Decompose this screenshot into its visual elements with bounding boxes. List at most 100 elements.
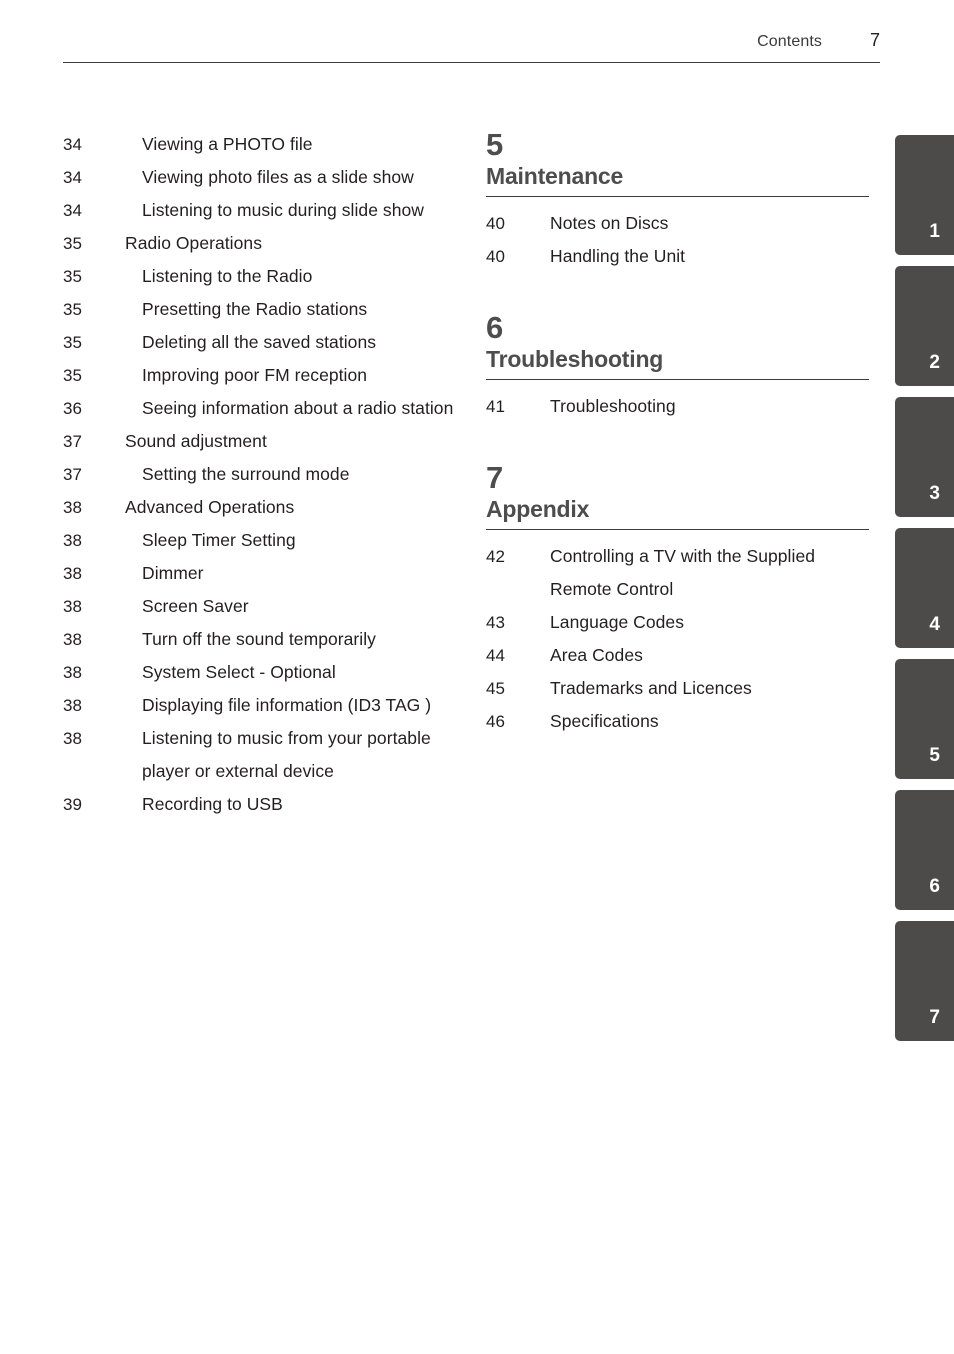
toc-entry[interactable]: 35 Improving poor FM reception <box>63 359 463 392</box>
toc-entry-page-number: 36 <box>63 399 82 418</box>
toc-entry[interactable]: 41 Troubleshooting <box>486 390 871 423</box>
toc-entry-label: Troubleshooting <box>550 396 676 416</box>
header-divider <box>63 62 880 63</box>
chapter-number: 7 <box>486 460 504 495</box>
toc-entry[interactable]: 46 Specifications <box>486 705 871 738</box>
toc-entry-label: Sleep Timer Setting <box>142 530 296 550</box>
toc-entry-label: Deleting all the saved stations <box>142 332 377 352</box>
toc-entry-label: Presetting the Radio stations <box>142 299 368 319</box>
chapter-heading: 6 Troubleshooting <box>486 311 871 380</box>
chapter-tab-5[interactable]: 5 <box>895 659 954 779</box>
toc-entry-label: Trademarks and Licences <box>550 678 752 698</box>
chapter-tab-label: 5 <box>929 745 940 766</box>
toc-entry[interactable]: 35 Presetting the Radio stations <box>63 293 463 326</box>
toc-entry-label: Sound adjustment <box>125 431 267 451</box>
toc-entry-page-number: 46 <box>486 712 505 731</box>
toc-column-right: 5 Maintenance 40 Notes on Discs 40 Handling t… <box>486 128 871 738</box>
toc-entry-label: Dimmer <box>142 563 204 583</box>
toc-entry[interactable]: 35 Listening to the Radio <box>63 260 463 293</box>
toc-entry-page-number: 38 <box>63 729 82 748</box>
toc-entry-label: Language Codes <box>550 612 685 632</box>
toc-entry-page-number: 38 <box>63 630 82 649</box>
toc-entry[interactable]: 38 Listening to music from your portable … <box>63 722 463 788</box>
toc-entry-label: Turn off the sound temporarily <box>142 629 376 649</box>
toc-entry-label: Listening to music during slide show <box>142 200 424 220</box>
toc-entry[interactable]: 34 Viewing photo files as a slide show <box>63 161 463 194</box>
toc-entry[interactable]: 38 Dimmer <box>63 557 463 590</box>
toc-entry[interactable]: 34 Listening to music during slide show <box>63 194 463 227</box>
toc-entry[interactable]: 38 System Select - Optional <box>63 656 463 689</box>
toc-entry[interactable]: 40 Handling the Unit <box>486 240 871 273</box>
toc-entry-label: Displaying file information (ID3 TAG ) <box>142 695 432 715</box>
toc-entry[interactable]: 42 Controlling a TV with the Supplied Rem… <box>486 540 871 606</box>
toc-entry[interactable]: 35 Radio Operations <box>63 227 463 260</box>
chapter-spacer <box>486 423 871 457</box>
toc-entry[interactable]: 37 Setting the surround mode <box>63 458 463 491</box>
chapter-tab-label: 4 <box>929 614 940 635</box>
toc-entry-label: Screen Saver <box>142 596 249 616</box>
toc-entry-page-number: 39 <box>63 795 82 814</box>
toc-entry-page-number: 34 <box>63 135 82 154</box>
toc-column-left: 34 Viewing a PHOTO file 34 Viewing photo fi… <box>63 128 463 821</box>
chapter-title: Maintenance <box>486 163 624 189</box>
toc-entry-label: Area Codes <box>550 645 643 665</box>
toc-entry-page-number: 41 <box>486 397 505 416</box>
toc-entry-label: Listening to the Radio <box>142 266 313 286</box>
toc-entry-page-number: 40 <box>486 214 505 233</box>
toc-entry[interactable]: 38 Screen Saver <box>63 590 463 623</box>
toc-entry[interactable]: 40 Notes on Discs <box>486 207 871 240</box>
toc-entry[interactable]: 38 Turn off the sound temporarily <box>63 623 463 656</box>
toc-entry-page-number: 37 <box>63 432 82 451</box>
chapter-title: Troubleshooting <box>486 346 664 372</box>
toc-entry[interactable]: 34 Viewing a PHOTO file <box>63 128 463 161</box>
toc-entry-label: Recording to USB <box>142 794 283 814</box>
chapter-tab-strip: 1 2 3 4 5 6 7 <box>895 135 954 1041</box>
toc-entry[interactable]: 35 Deleting all the saved stations <box>63 326 463 359</box>
page-header: Contents 7 <box>63 30 880 64</box>
chapter-heading: 7 Appendix <box>486 461 871 530</box>
toc-entry-page-number: 37 <box>63 465 82 484</box>
toc-entry-page-number: 45 <box>486 679 505 698</box>
chapter-tab-1[interactable]: 1 <box>895 135 954 255</box>
toc-entry-page-number: 35 <box>63 234 82 253</box>
toc-entry-label: Seeing information about a radio station <box>142 398 454 418</box>
toc-entry[interactable]: 37 Sound adjustment <box>63 425 463 458</box>
toc-entry-label: Viewing a PHOTO file <box>142 134 313 154</box>
toc-entry-label: Controlling a TV with the Supplied Remot… <box>550 546 816 599</box>
chapter-tab-6[interactable]: 6 <box>895 790 954 910</box>
toc-entry-label: Setting the surround mode <box>142 464 350 484</box>
toc-entry-page-number: 38 <box>63 597 82 616</box>
chapter-number: 5 <box>486 127 504 162</box>
chapter-tab-label: 2 <box>929 352 940 373</box>
toc-entry-label: System Select - Optional <box>142 662 336 682</box>
chapter-tab-label: 3 <box>929 483 940 504</box>
chapter-spacer <box>486 273 871 307</box>
chapter-tab-3[interactable]: 3 <box>895 397 954 517</box>
toc-entry-page-number: 44 <box>486 646 505 665</box>
chapter-tab-2[interactable]: 2 <box>895 266 954 386</box>
toc-entry[interactable]: 39 Recording to USB <box>63 788 463 821</box>
chapter-divider <box>486 379 869 380</box>
toc-entry[interactable]: 36 Seeing information about a radio stati… <box>63 392 463 425</box>
chapter-tab-7[interactable]: 7 <box>895 921 954 1041</box>
toc-entry-page-number: 42 <box>486 547 505 566</box>
chapter-tab-4[interactable]: 4 <box>895 528 954 648</box>
chapter-tab-label: 6 <box>929 876 940 897</box>
header-page-number: 7 <box>869 30 880 50</box>
toc-entry-page-number: 34 <box>63 201 82 220</box>
toc-entry[interactable]: 45 Trademarks and Licences <box>486 672 871 705</box>
toc-entry-page-number: 35 <box>63 366 82 385</box>
toc-entry-page-number: 38 <box>63 663 82 682</box>
toc-entry-label: Viewing photo files as a slide show <box>142 167 414 187</box>
toc-entry[interactable]: 38 Advanced Operations <box>63 491 463 524</box>
toc-entry[interactable]: 38 Displaying file information (ID3 TAG ) <box>63 689 463 722</box>
toc-entry-page-number: 38 <box>63 696 82 715</box>
chapter-title: Appendix <box>486 496 590 522</box>
chapter-tab-label: 1 <box>929 221 940 242</box>
chapter-number: 6 <box>486 310 504 345</box>
toc-entry-label: Radio Operations <box>125 233 262 253</box>
toc-entry[interactable]: 43 Language Codes <box>486 606 871 639</box>
toc-entry[interactable]: 38 Sleep Timer Setting <box>63 524 463 557</box>
toc-entry-page-number: 38 <box>63 564 82 583</box>
toc-entry[interactable]: 44 Area Codes <box>486 639 871 672</box>
